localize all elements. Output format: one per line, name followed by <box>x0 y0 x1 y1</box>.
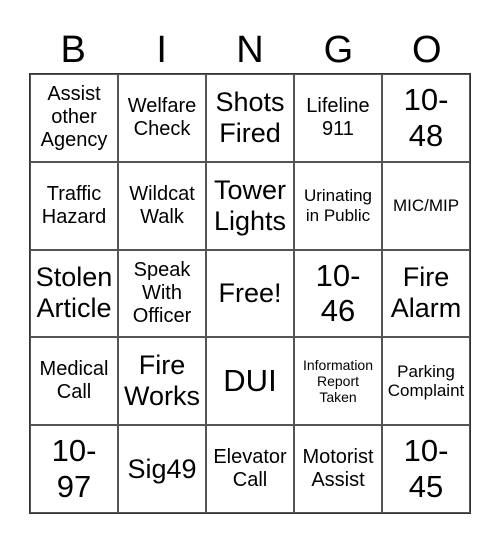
bingo-cell[interactable]: Free! <box>206 249 294 338</box>
bingo-cell[interactable]: Elevator Call <box>206 425 294 513</box>
cell-label: 10- 97 <box>51 433 97 505</box>
bingo-cell[interactable]: Medical Call <box>30 337 118 426</box>
cell-label: Welfare Check <box>127 94 197 140</box>
bingo-cell[interactable]: Motorist Assist <box>294 425 382 513</box>
cell-label: Speak With Officer <box>132 258 192 327</box>
bingo-cell[interactable]: Sig49 <box>118 425 206 513</box>
cell-label: Elevator Call <box>213 446 287 492</box>
bingo-grid: Assist other Agency Welfare Check Shots Fi… <box>29 73 471 514</box>
cell-label: 10- 48 <box>403 82 449 153</box>
bingo-cell[interactable]: 10- 48 <box>382 74 470 162</box>
bingo-header: BINGO <box>29 30 471 70</box>
cell-label: Free! <box>218 277 282 308</box>
bingo-cell[interactable]: DUI <box>206 337 294 426</box>
header-letter: G <box>323 29 354 71</box>
bingo-cell[interactable]: Tower Lights <box>206 161 294 250</box>
cell-label: Fire Alarm <box>390 262 462 324</box>
header-letter: N <box>236 29 264 71</box>
cell-label: MIC/MIP <box>392 195 460 215</box>
cell-label: Information Report Taken <box>302 357 374 406</box>
cell-label: Motorist Assist <box>302 446 374 492</box>
bingo-cell[interactable]: 10- 46 <box>294 249 382 338</box>
cell-label: Shots Fired <box>215 86 285 148</box>
header-letter: O <box>412 29 442 71</box>
bingo-cell[interactable]: Shots Fired <box>206 74 294 162</box>
cell-label: Traffic Hazard <box>41 182 107 228</box>
cell-label: Fire Works <box>123 350 200 412</box>
bingo-cell[interactable]: Speak With Officer <box>118 249 206 338</box>
bingo-cell[interactable]: MIC/MIP <box>382 161 470 250</box>
cell-label: Tower Lights <box>213 174 287 236</box>
bingo-cell[interactable]: Urinating in Public <box>294 161 382 250</box>
cell-label: Wildcat Walk <box>129 182 195 228</box>
cell-label: Urinating in Public <box>303 186 373 225</box>
bingo-cell[interactable]: Fire Alarm <box>382 249 470 338</box>
header-letter: B <box>60 29 86 71</box>
header-letter: I <box>156 29 167 71</box>
cell-label: DUI <box>223 363 277 399</box>
cell-label: Lifeline 911 <box>306 94 370 140</box>
bingo-cell[interactable]: Assist other Agency <box>30 74 118 162</box>
cell-label: Assist other Agency <box>40 83 108 152</box>
bingo-cell[interactable]: Information Report Taken <box>294 337 382 426</box>
cell-label: Parking Complaint <box>387 361 465 401</box>
cell-label: Medical Call <box>39 358 109 404</box>
cell-label: Stolen Article <box>35 262 113 324</box>
cell-label: 10- 46 <box>315 257 361 329</box>
bingo-cell[interactable]: Stolen Article <box>30 249 118 338</box>
bingo-cell[interactable]: Lifeline 911 <box>294 74 382 162</box>
bingo-cell[interactable]: Parking Complaint <box>382 337 470 426</box>
bingo-cell[interactable]: Wildcat Walk <box>118 161 206 250</box>
bingo-cell[interactable]: Welfare Check <box>118 74 206 162</box>
cell-label: Sig49 <box>127 453 197 484</box>
bingo-cell[interactable]: 10- 45 <box>382 425 470 513</box>
bingo-cell[interactable]: Fire Works <box>118 337 206 426</box>
cell-label: 10- 45 <box>403 433 449 505</box>
bingo-cell[interactable]: 10- 97 <box>30 425 118 513</box>
bingo-cell[interactable]: Traffic Hazard <box>30 161 118 250</box>
